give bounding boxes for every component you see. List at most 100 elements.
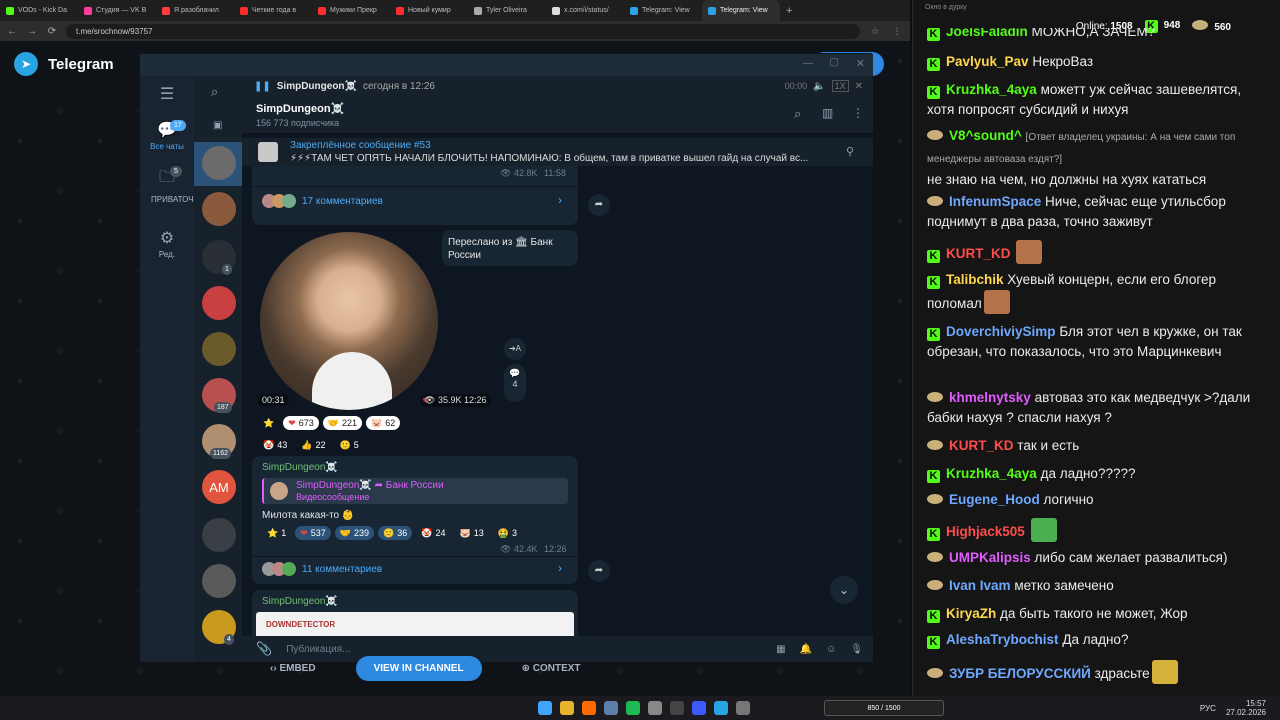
chat-username[interactable]: V8^sound^ <box>949 128 1022 143</box>
translate-icon[interactable]: ➔A <box>504 338 526 360</box>
more-icon[interactable]: ⋮ <box>852 106 864 120</box>
star-icon[interactable]: ☆ <box>868 26 882 37</box>
back-icon[interactable]: ← <box>6 26 18 37</box>
chat-username[interactable]: KiryaZh <box>946 606 996 621</box>
browser-tab[interactable]: Telegram: View <box>702 0 780 21</box>
chat-username[interactable]: AleshaTrybochist <box>946 632 1059 647</box>
app-icon[interactable] <box>648 701 662 715</box>
chat-username[interactable]: Talibchik <box>946 272 1004 287</box>
forwarded-from[interactable]: Переслано из 🏛 Банк России <box>442 230 578 266</box>
new-tab-icon[interactable]: + <box>786 5 792 17</box>
reaction-thumbs-up[interactable]: 👍 22 <box>296 438 330 452</box>
app-icon[interactable] <box>670 701 684 715</box>
reply-preview[interactable]: SimpDungeon☠️ ➦ Банк России Видеосообщен… <box>262 478 568 504</box>
start-icon[interactable] <box>538 701 552 715</box>
browser-tab[interactable]: Студия — VK В <box>78 0 156 21</box>
reaction-clown[interactable]: 🤡 43 <box>258 438 292 452</box>
context-button[interactable]: ⊕ CONTEXT <box>522 663 581 674</box>
share-icon[interactable]: ➦ <box>588 560 610 582</box>
pin-list-icon[interactable]: ⚲ <box>846 145 854 158</box>
reaction-handshake[interactable]: 🤝 221 <box>322 416 363 430</box>
app-icon[interactable] <box>692 701 706 715</box>
message-input[interactable]: Публикация... <box>286 644 762 655</box>
search-icon[interactable]: ⌕ <box>794 106 801 122</box>
reaction-star[interactable]: ⭐ 1 <box>262 526 291 540</box>
chat-username[interactable]: khmelnytsky <box>949 390 1031 405</box>
message-bubble[interactable]: 👁 42.8K 11:58 17 комментариев › <box>252 166 578 225</box>
reload-icon[interactable]: ⟳ <box>46 26 58 37</box>
comments-link[interactable]: 17 комментариев <box>262 194 383 208</box>
chat-username[interactable]: UMPKalipsis <box>949 550 1031 565</box>
chat-avatar[interactable] <box>202 518 236 552</box>
chat-username[interactable]: KURT_KD <box>946 246 1011 261</box>
playback-speed[interactable]: 1X <box>831 80 849 92</box>
browser-tab[interactable]: VODs - Kick Da <box>0 0 78 21</box>
link-preview-image[interactable]: DOWNDETECTOR <box>256 612 574 636</box>
reaction-pig[interactable]: 🐷 13 <box>455 526 489 540</box>
chat-username[interactable]: KURT_KD <box>949 438 1014 453</box>
embed-button[interactable]: ‹› EMBED <box>270 663 316 674</box>
browser-tab[interactable]: x.com/i/status/ <box>546 0 624 21</box>
folder-privatochka[interactable]: 🗀 ПРИВАТОЧКА 5 <box>140 166 204 205</box>
reaction-heart[interactable]: ❤ 537 <box>295 526 331 540</box>
channel-header[interactable]: SimpDungeon☠️ 156 773 подписчика ⌕ ▥ ⋮ <box>242 96 873 134</box>
menu-icon[interactable]: ⋮ <box>890 26 904 37</box>
chat-username[interactable]: Pavlyuk_Pav <box>946 54 1029 69</box>
chat-avatar-am[interactable]: AM <box>202 470 236 504</box>
pause-icon[interactable]: ❚❚ <box>254 81 271 92</box>
browser-tab[interactable]: Я разоблачил <box>156 0 234 21</box>
comments-button[interactable]: 💬 4 <box>504 364 526 402</box>
chrome-icon[interactable] <box>560 701 574 715</box>
reaction-clown[interactable]: 🤡 24 <box>416 526 450 540</box>
browser-tab[interactable]: Мужики Прекр <box>312 0 390 21</box>
reaction-heart[interactable]: ❤ 673 <box>283 416 319 430</box>
chat-avatar[interactable] <box>202 332 236 366</box>
reaction-face[interactable]: 🙂 36 <box>378 526 413 540</box>
player-close-icon[interactable]: ✕ <box>855 81 863 92</box>
emoji-icon[interactable]: ☺ <box>826 644 836 655</box>
language-indicator[interactable]: РУС <box>1200 704 1216 713</box>
comments-link[interactable]: 11 комментариев <box>262 562 382 576</box>
folder-edit[interactable]: ⚙ Ред. <box>140 228 194 259</box>
browser-tab[interactable]: Tyler Oliveira <box>468 0 546 21</box>
browser-tab[interactable]: Telegram: View <box>624 0 702 21</box>
chat-avatar[interactable] <box>202 286 236 320</box>
clock[interactable]: 15:57 27.02.2026 <box>1226 699 1266 717</box>
share-icon[interactable]: ➦ <box>588 194 610 216</box>
chat-username[interactable]: Kruzhka_4aya <box>946 466 1037 481</box>
chat-username[interactable]: Highjack505 <box>946 524 1025 539</box>
reaction-star[interactable]: ⭐ <box>258 416 279 430</box>
reaction-vomit[interactable]: 🤮 3 <box>493 526 522 540</box>
reaction-handshake[interactable]: 🤝 239 <box>334 526 375 540</box>
message-bubble[interactable]: SimpDungeon☠️ DOWNDETECTOR <box>252 590 578 636</box>
pinned-message[interactable]: Закреплённое сообщение #53 ⚡⚡⚡ТАМ ЧЕТ ОП… <box>242 138 873 166</box>
hamburger-icon[interactable]: ☰ <box>140 84 194 106</box>
video-message-circle[interactable] <box>260 232 438 410</box>
sidebar-toggle-icon[interactable]: ▥ <box>822 106 833 120</box>
bell-icon[interactable]: 🔔 <box>800 644 812 655</box>
chat-username[interactable]: DoverchiviySimp <box>946 324 1056 339</box>
folder-all-chats[interactable]: 💬 Все чаты 17 <box>140 120 194 151</box>
chat-avatar[interactable] <box>202 146 236 180</box>
forward-icon[interactable]: → <box>26 26 38 37</box>
volume-icon[interactable]: 🔈 <box>813 81 825 92</box>
browser-tab[interactable]: Четкие года в <box>234 0 312 21</box>
chat-username[interactable]: InfenumSpace <box>949 194 1041 209</box>
scroll-down-icon[interactable]: ⌄ <box>830 576 858 604</box>
close-icon[interactable]: ✕ <box>856 57 865 70</box>
maximize-icon[interactable]: ▢ <box>830 57 839 68</box>
message-bubble[interactable]: SimpDungeon☠️ SimpDungeon☠️ ➦ Банк Росси… <box>252 456 578 584</box>
steam-icon[interactable] <box>604 701 618 715</box>
chat-username[interactable]: Kruzhka_4aya <box>946 82 1037 97</box>
chat-username[interactable]: ЗУБР БЕЛОРУССКИЙ <box>949 666 1091 681</box>
telegram-taskbar-icon[interactable] <box>714 701 728 715</box>
spotify-icon[interactable] <box>626 701 640 715</box>
chat-avatar[interactable] <box>202 192 236 226</box>
reaction-face[interactable]: 🙂 5 <box>334 438 363 452</box>
calendar-icon[interactable]: ▦ <box>776 644 785 655</box>
reaction-pig[interactable]: 🐷 62 <box>366 416 401 430</box>
chat-username[interactable]: JoelsFaladin <box>946 28 1028 39</box>
chat-username[interactable]: Ivan Ivam <box>949 578 1011 593</box>
view-in-channel-button[interactable]: VIEW IN CHANNEL <box>355 655 482 681</box>
url-field[interactable]: t.me/srochnow/93757 <box>66 23 860 39</box>
